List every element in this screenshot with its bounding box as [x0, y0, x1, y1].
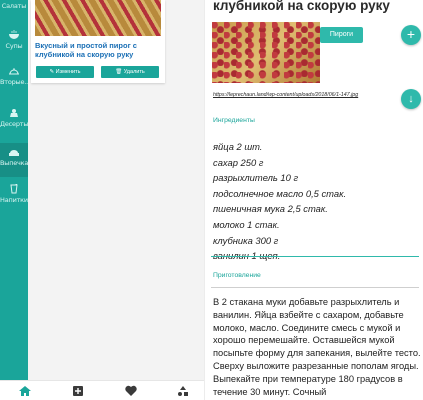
add-photo-button[interactable]: + [401, 25, 421, 45]
edit-button[interactable]: ✎ Изменить [36, 66, 94, 78]
scroll-down-button[interactable]: ↓ [401, 89, 421, 109]
recipe-card-title[interactable]: Вкусный и простой пирог с клубникой на с… [35, 41, 163, 59]
delete-button[interactable]: 🗑 Удалить [101, 66, 159, 78]
sidebar-item-label: Вторые... [0, 78, 30, 86]
preparation-text[interactable]: В 2 стакана муки добавьте разрыхлитель и… [213, 296, 421, 398]
categories-icon[interactable] [176, 385, 190, 397]
sidebar-item-desserts[interactable]: Десерты [0, 108, 28, 128]
ingredient-item: разрыхлитель 10 г [213, 172, 299, 184]
dessert-icon [10, 109, 18, 117]
category-sidebar: Салаты Супы Вторые... Десерты Выпечка На… [0, 0, 30, 380]
ingredients-underline [211, 256, 419, 257]
ingredients-header: Ингредиенты [213, 117, 255, 124]
sidebar-item-label: Напитки [0, 196, 28, 204]
recipe-detail: клубникой на скорую руку Пироги + https:… [205, 0, 423, 400]
sidebar-item-salads[interactable]: Салаты [0, 2, 28, 10]
soup-icon [9, 30, 19, 39]
arrow-down-icon: ↓ [408, 93, 414, 105]
baking-icon [9, 150, 19, 156]
add-recipe-icon[interactable] [71, 385, 85, 397]
recipe-thumbnail [35, 0, 161, 36]
recipe-title: клубникой на скорую руку [213, 0, 390, 13]
sidebar-item-label: Салаты [1, 2, 27, 10]
ingredient-item: яйца 2 шт. [213, 141, 263, 152]
ingredient-item: сахар 250 г [213, 156, 264, 168]
sidebar-item-soups[interactable]: Супы [0, 30, 28, 50]
sidebar-item-label: Супы [5, 42, 23, 50]
bottom-navigation [0, 380, 204, 400]
plus-icon: + [406, 26, 416, 42]
image-url[interactable]: https://leprechaun.land/wp-content/uploa… [213, 92, 358, 98]
ingredient-item: молоко 1 стак. [213, 218, 280, 230]
sidebar-item-label: Десерты [0, 120, 29, 128]
ingredient-item: клубника 300 г [213, 234, 279, 246]
recipe-photo [212, 22, 320, 83]
sidebar-item-main-dishes[interactable]: Вторые... [0, 66, 30, 86]
category-tag[interactable]: Пироги [320, 27, 363, 43]
heart-icon[interactable] [124, 385, 138, 397]
drinks-icon [10, 184, 18, 194]
ingredients-list[interactable]: яйца 2 шт. сахар 250 г разрыхлитель 10 г… [213, 139, 346, 264]
main-dish-icon [9, 68, 19, 75]
recipe-card[interactable]: Вкусный и простой пирог с клубникой на с… [31, 0, 165, 83]
ingredient-item: пшеничная мука 2,5 стак. [213, 203, 328, 215]
sidebar-item-baking[interactable]: Выпечка [0, 143, 28, 177]
ingredient-item: подсолнечное масло 0,5 стак. [213, 187, 347, 199]
sidebar-item-label: Выпечка [0, 159, 29, 167]
recipe-list: Вкусный и простой пирог с клубникой на с… [28, 0, 204, 380]
sidebar-item-drinks[interactable]: Напитки [0, 184, 28, 204]
preparation-underline [211, 287, 419, 288]
home-icon[interactable] [18, 385, 32, 397]
preparation-header: Приготовление [213, 272, 261, 279]
